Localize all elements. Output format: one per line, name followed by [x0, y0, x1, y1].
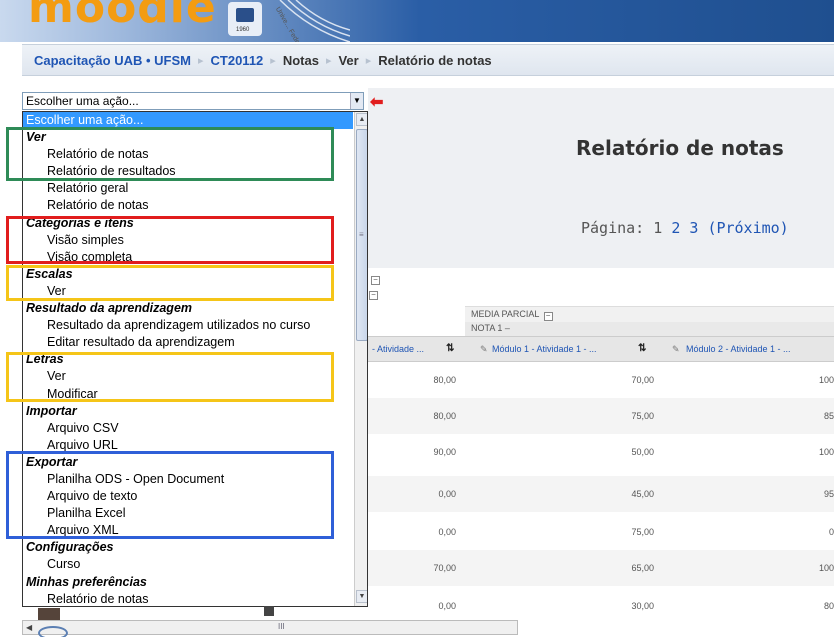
site-header: moodle 1960 Unive... Feder... [0, 0, 834, 42]
collapse-toggle-icon[interactable]: − [371, 276, 380, 285]
calculator-icon[interactable] [264, 606, 274, 616]
table-row: 0,00 75,00 0 [368, 514, 834, 550]
table-row: 80,00 70,00 100 [368, 362, 834, 398]
grade-cell[interactable]: 75,00 [631, 527, 654, 537]
breadcrumb-current: Relatório de notas [378, 52, 492, 68]
grade-cell[interactable]: 95 [824, 489, 834, 499]
pagination-label: Página: [581, 219, 645, 237]
highlight-box-letras [6, 352, 334, 402]
grade-cell[interactable]: 80,00 [433, 411, 456, 421]
scroll-up-icon[interactable]: ▲ [356, 113, 367, 126]
grade-cell[interactable]: 75,00 [631, 411, 654, 421]
pagination: Página: 1 2 3 (Próximo) [581, 219, 789, 237]
column-header-modulo1[interactable]: Módulo 1 - Atividade 1 - ... [492, 344, 597, 354]
category-header: MEDIA PARCIAL − [465, 306, 834, 322]
table-row: 90,00 50,00 100 [368, 434, 834, 470]
dropdown-group-label: Resultado da aprendizagem [26, 301, 193, 316]
grade-cell[interactable]: 70,00 [433, 563, 456, 573]
table-row: 70,00 65,00 100 [368, 550, 834, 586]
category-name: MEDIA PARCIAL [471, 309, 540, 319]
grade-cell[interactable]: 100 [819, 447, 834, 457]
sort-icon[interactable]: ⇅ [638, 343, 646, 354]
dropdown-option[interactable]: Curso [23, 556, 353, 573]
page-2-link[interactable]: 2 [671, 219, 680, 237]
moodle-logo[interactable]: moodle [28, 0, 217, 33]
action-select[interactable]: Escolher uma ação... [22, 92, 364, 110]
hscroll-grip-icon: III [278, 622, 285, 631]
report-header-panel [368, 88, 834, 268]
column-header-modulo2[interactable]: Módulo 2 - Atividade 1 - ... [686, 344, 791, 354]
collapse-toggle-icon[interactable]: − [543, 312, 553, 321]
grade-cell[interactable]: 0,00 [438, 527, 456, 537]
page-1: 1 [653, 219, 663, 237]
grade-cell[interactable]: 30,00 [631, 601, 654, 611]
column-header-activity[interactable]: - Atividade ... [372, 344, 424, 354]
table-row: 0,00 30,00 80 [368, 588, 834, 624]
dropdown-option[interactable]: Editar resultado da aprendizagem [23, 334, 353, 351]
dropdown-option[interactable]: Relatório geral [23, 180, 353, 197]
assignment-icon: ✎ [480, 344, 488, 354]
table-row: 0,00 45,00 95 [368, 476, 834, 512]
dropdown-option[interactable]: Relatório de notas [23, 197, 353, 214]
breadcrumb-view[interactable]: Ver [338, 53, 358, 68]
dropdown-scrollbar[interactable]: ▲ ≡ ▼ [354, 112, 367, 606]
scroll-down-icon[interactable]: ▼ [356, 590, 367, 603]
highlight-box-ver [6, 127, 334, 181]
scroll-grip-icon: ≡ [359, 230, 364, 239]
breadcrumb-grades[interactable]: Notas [283, 53, 319, 68]
page-3-link[interactable]: 3 [689, 219, 698, 237]
dropdown-option[interactable]: Relatório de notas [23, 591, 353, 606]
grade-cell[interactable]: 70,00 [631, 375, 654, 385]
next-page-link[interactable]: (Próximo) [707, 219, 788, 237]
sort-icon[interactable]: ⇅ [446, 343, 454, 354]
breadcrumb-course-code[interactable]: CT20112 [211, 53, 264, 68]
column-header-row: - Atividade ... ⇅ ✎ Módulo 1 - Atividade… [368, 336, 834, 362]
red-arrow-annotation-icon: ⬅ [370, 94, 384, 111]
highlight-box-categorias [6, 216, 334, 264]
grade-cell[interactable]: 90,00 [433, 447, 456, 457]
grade-cell[interactable]: 100 [819, 563, 834, 573]
horizontal-scrollbar[interactable]: ◀ III [22, 620, 518, 635]
breadcrumb-separator: ▸ [270, 54, 276, 67]
dropdown-option[interactable]: Resultado da aprendizagem utilizados no … [23, 317, 353, 334]
grade-cell[interactable]: 65,00 [631, 563, 654, 573]
crest-year: 1960 [236, 27, 250, 33]
scroll-left-icon[interactable]: ◀ [26, 623, 32, 632]
grade-cell[interactable]: 80 [824, 601, 834, 611]
collapse-toggle-icon[interactable]: − [369, 291, 378, 300]
subcategory-name: NOTA 1 – [471, 323, 510, 333]
page-title: Relatório de notas [576, 136, 784, 160]
breadcrumb-separator: ▸ [325, 54, 332, 67]
dropdown-option[interactable]: Arquivo CSV [23, 420, 353, 437]
circle-annotation-icon [38, 626, 68, 637]
subcategory-header: NOTA 1 – [465, 322, 834, 336]
dropdown-group-label: Configurações [26, 540, 114, 555]
grade-cell[interactable]: 100 [819, 375, 834, 385]
assignment-icon: ✎ [672, 344, 680, 354]
grade-cell[interactable]: 50,00 [631, 447, 654, 457]
dropdown-group-label: Importar [26, 403, 77, 418]
highlight-box-escalas [6, 265, 334, 301]
grade-cell[interactable]: 45,00 [631, 489, 654, 499]
dropdown-group-label: Minhas preferências [26, 574, 147, 589]
grade-cell[interactable]: 0,00 [438, 601, 456, 611]
breadcrumb-separator: ▸ [197, 54, 204, 67]
breadcrumb: Capacitação UAB • UFSM ▸ CT20112 ▸ Notas… [22, 44, 834, 76]
highlight-box-exportar [6, 451, 334, 539]
breadcrumb-separator: ▸ [365, 54, 372, 67]
grade-cell[interactable]: 0,00 [438, 489, 456, 499]
table-row: 80,00 75,00 85 [368, 398, 834, 434]
grade-cell[interactable]: 80,00 [433, 375, 456, 385]
scroll-thumb[interactable]: ≡ [356, 129, 367, 341]
dropdown-arrow-icon[interactable]: ▼ [350, 93, 363, 109]
grade-cell[interactable]: 0 [829, 527, 834, 537]
grade-cell[interactable]: 85 [824, 411, 834, 421]
breadcrumb-course[interactable]: Capacitação UAB • UFSM [34, 53, 191, 68]
